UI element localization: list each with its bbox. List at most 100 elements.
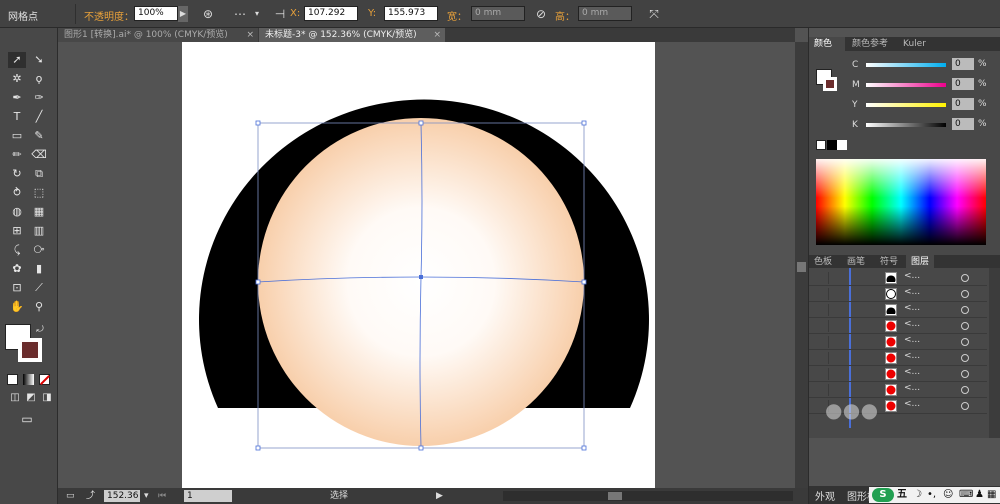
close-icon[interactable]: ×: [246, 28, 254, 42]
cyan-slider[interactable]: [866, 63, 946, 67]
magic-wand-tool-icon[interactable]: ✲: [8, 71, 26, 87]
tab-swatches[interactable]: 色板: [809, 255, 841, 269]
layer-row[interactable]: <...: [809, 382, 987, 398]
yellow-input[interactable]: 0: [952, 98, 974, 110]
gradient-mode-icon[interactable]: [23, 374, 34, 385]
yellow-slider[interactable]: [866, 103, 946, 107]
target-icon[interactable]: [961, 290, 969, 298]
warp-tool-icon[interactable]: ⥁: [8, 185, 26, 201]
recolor-icon[interactable]: ⊛: [200, 6, 216, 22]
export-icon[interactable]: ⤴: [86, 488, 95, 504]
scale-tool-icon[interactable]: ⧉: [30, 166, 48, 182]
black-swatch[interactable]: [827, 140, 837, 150]
visibility-toggle[interactable]: [817, 304, 829, 316]
visibility-toggle[interactable]: [817, 272, 829, 284]
height-input[interactable]: 0 mm: [578, 6, 632, 21]
visibility-toggle[interactable]: [817, 320, 829, 332]
user-icon[interactable]: ♟: [975, 487, 984, 503]
tab-symbols[interactable]: 符号: [875, 255, 905, 269]
horizontal-scrollbar[interactable]: [503, 491, 793, 501]
layer-row[interactable]: <...: [809, 334, 987, 350]
artboard-tool-icon[interactable]: ⊡: [8, 280, 26, 296]
zoom-tool-icon[interactable]: ⚲: [30, 299, 48, 315]
visibility-toggle[interactable]: [817, 384, 829, 396]
first-page-icon[interactable]: ⏮: [158, 488, 166, 504]
mesh-point[interactable]: [419, 275, 423, 279]
visibility-toggle[interactable]: [817, 352, 829, 364]
moon-icon[interactable]: ☽: [913, 487, 922, 503]
layer-row[interactable]: <...: [809, 270, 987, 286]
visibility-toggle[interactable]: [817, 288, 829, 300]
selection-tool-icon[interactable]: ➚: [8, 52, 26, 68]
draw-inside-icon[interactable]: ◨: [38, 390, 56, 406]
cyan-input[interactable]: 0: [952, 58, 974, 70]
tab-document-2[interactable]: 未标题-3* @ 152.36% (CMYK/预览) ×: [259, 28, 445, 42]
anchor-convert-icon[interactable]: ⊣: [272, 6, 288, 22]
visibility-toggle[interactable]: [817, 368, 829, 380]
target-icon[interactable]: [961, 274, 969, 282]
canvas-area[interactable]: [58, 42, 795, 488]
symbol-sprayer-tool-icon[interactable]: ✿: [8, 261, 26, 277]
target-icon[interactable]: [961, 370, 969, 378]
rectangle-tool-icon[interactable]: ▭: [8, 128, 26, 144]
mesh-tool-icon[interactable]: ⊞: [8, 223, 26, 239]
x-input[interactable]: 107.292: [304, 6, 358, 21]
white-swatch[interactable]: [837, 140, 847, 150]
layer-row[interactable]: <...: [809, 350, 987, 366]
scroll-thumb[interactable]: [797, 262, 806, 272]
layer-row[interactable]: <...: [809, 318, 987, 334]
scroll-thumb[interactable]: [608, 492, 622, 500]
target-icon[interactable]: [961, 386, 969, 394]
width-input[interactable]: 0 mm: [471, 6, 525, 21]
tab-color[interactable]: 颜色: [809, 37, 845, 51]
chevron-down-icon[interactable]: ▾: [144, 488, 149, 504]
black-input[interactable]: 0: [952, 118, 974, 130]
reference-point-icon[interactable]: ⋯: [232, 6, 248, 22]
punctuation-icon[interactable]: •,: [927, 487, 936, 503]
rotate-tool-icon[interactable]: ↻: [8, 166, 26, 182]
layer-row[interactable]: <...: [809, 366, 987, 382]
tab-layers[interactable]: 图层: [906, 255, 934, 269]
none-mode-icon[interactable]: [39, 374, 50, 385]
line-tool-icon[interactable]: ╱: [30, 109, 48, 125]
zoom-input[interactable]: 152.36: [104, 490, 140, 502]
y-input[interactable]: 155.973: [384, 6, 438, 21]
stroke-swatch[interactable]: [823, 77, 837, 91]
screen-mode-icon[interactable]: ▭: [18, 411, 36, 427]
emoji-icon[interactable]: ☺: [943, 487, 953, 503]
eraser-tool-icon[interactable]: ⌫: [30, 147, 48, 163]
perspective-grid-tool-icon[interactable]: ▦: [30, 204, 48, 220]
hand-tool-icon[interactable]: ✋: [8, 299, 26, 315]
free-transform-tool-icon[interactable]: ⬚: [30, 185, 48, 201]
target-icon[interactable]: [961, 402, 969, 410]
type-tool-icon[interactable]: T: [8, 109, 26, 125]
stroke-swatch[interactable]: [18, 338, 42, 362]
opacity-dropdown-icon[interactable]: ▶: [178, 6, 188, 22]
target-icon[interactable]: [961, 322, 969, 330]
magenta-slider[interactable]: [866, 83, 946, 87]
settings-icon[interactable]: ▦: [987, 487, 996, 503]
swap-fill-stroke-icon[interactable]: ⤾: [34, 322, 46, 338]
black-slider[interactable]: [866, 123, 946, 127]
pen-tool-icon[interactable]: ✒: [8, 90, 26, 106]
column-graph-tool-icon[interactable]: ▮: [30, 261, 48, 277]
color-mode-icon[interactable]: [7, 374, 18, 385]
link-icon[interactable]: ⊘: [533, 6, 549, 22]
layer-row[interactable]: <...: [809, 302, 987, 318]
chevron-down-icon[interactable]: ▾: [249, 6, 265, 22]
target-icon[interactable]: [961, 338, 969, 346]
artboard-nav-icon[interactable]: ▭: [66, 488, 75, 504]
target-icon[interactable]: [961, 354, 969, 362]
status-menu-icon[interactable]: ▶: [436, 488, 443, 504]
color-spectrum[interactable]: [816, 159, 986, 245]
layer-row[interactable]: <...: [809, 286, 987, 302]
sogou-icon[interactable]: S: [872, 488, 894, 502]
transform-icon[interactable]: ⤧: [646, 6, 662, 22]
keyboard-icon[interactable]: ⌨: [959, 487, 973, 503]
tab-kuler[interactable]: Kuler: [898, 37, 934, 51]
gradient-tool-icon[interactable]: ▥: [30, 223, 48, 239]
paintbrush-tool-icon[interactable]: ✎: [30, 128, 48, 144]
page-input[interactable]: 1: [184, 490, 232, 502]
pencil-tool-icon[interactable]: ✏: [8, 147, 26, 163]
direct-selection-tool-icon[interactable]: ➘: [30, 52, 48, 68]
